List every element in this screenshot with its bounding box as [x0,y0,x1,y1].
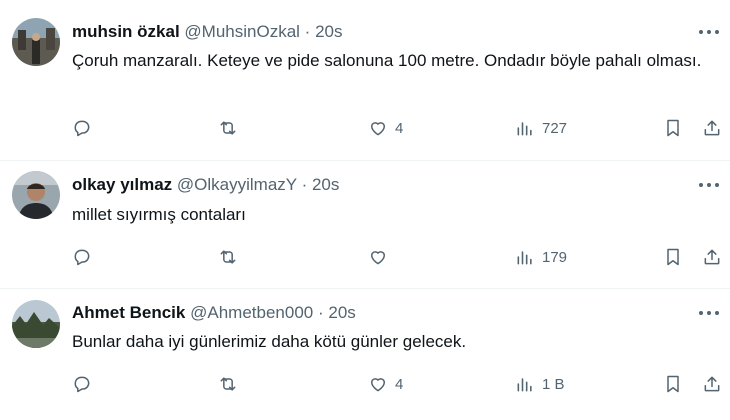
separator-dot: · [301,175,308,194]
avatar[interactable] [12,18,60,66]
bookmark-icon [667,375,679,393]
views-button[interactable]: 179 [515,245,567,269]
more-icon[interactable] [698,22,720,42]
user-handle[interactable]: @Ahmetben000 [190,303,313,322]
timestamp[interactable]: 20s [328,303,355,322]
avatar[interactable] [12,300,60,348]
like-count: 4 [395,119,404,137]
bookmark-button[interactable] [663,372,683,396]
separator-dot: · [304,22,311,41]
more-icon[interactable] [698,175,720,195]
heart-icon [371,378,385,392]
retweet-button[interactable] [218,245,238,269]
more-icon[interactable] [698,303,720,323]
separator-dot: · [317,303,324,322]
tweet-header: olkay yılmaz @OlkayyilmazY · 20s [72,175,339,195]
retweet-icon [220,377,236,391]
action-bar: 4 1 B [72,372,722,396]
action-bar: 179 [72,245,722,269]
tweet-text: Çoruh manzaralı. Keteye ve pide salonuna… [72,51,702,70]
like-button[interactable]: 4 [368,116,403,140]
tweet-2[interactable]: olkay yılmaz @OlkayyilmazY · 20s millet … [0,161,730,288]
reply-button[interactable] [72,372,92,396]
views-icon [517,378,532,392]
retweet-button[interactable] [218,116,238,140]
user-handle[interactable]: @OlkayyilmazY [177,175,297,194]
timestamp[interactable]: 20s [312,175,339,194]
view-count: 179 [542,248,568,266]
retweet-icon [220,121,236,135]
retweet-icon [220,250,236,264]
heart-icon [371,122,385,136]
share-icon [704,376,720,392]
views-icon [517,251,532,265]
share-icon [704,249,720,265]
share-button[interactable] [702,372,722,396]
tweet-1[interactable]: muhsin özkal @MuhsinOzkal · 20s Çoruh ma… [0,0,730,160]
bookmark-icon [667,248,679,266]
view-count: 1 B [542,375,565,393]
views-button[interactable]: 727 [515,116,567,140]
tweet-text: millet sıyırmış contaları [72,205,246,224]
retweet-button[interactable] [218,372,238,396]
share-button[interactable] [702,245,722,269]
like-count: 4 [395,375,404,393]
tweet-text: Bunlar daha iyi günlerimiz daha kötü gün… [72,332,467,351]
reply-icon [74,376,90,393]
reply-feed: muhsin özkal @MuhsinOzkal · 20s Çoruh ma… [0,0,730,420]
bookmark-button[interactable] [663,116,683,140]
share-button[interactable] [702,116,722,140]
like-button[interactable] [368,245,388,269]
reply-icon [74,249,90,266]
display-name[interactable]: Ahmet Bencik [72,303,185,322]
reply-button[interactable] [72,116,92,140]
display-name[interactable]: muhsin özkal [72,22,180,41]
bookmark-button[interactable] [663,245,683,269]
reply-icon [74,120,90,137]
action-bar: 4 727 [72,116,722,140]
timestamp[interactable]: 20s [315,22,342,41]
tweet-3[interactable]: Ahmet Bencik @Ahmetben000 · 20s Bunlar d… [0,289,730,420]
user-handle[interactable]: @MuhsinOzkal [184,22,300,41]
tweet-header: muhsin özkal @MuhsinOzkal · 20s [72,22,343,42]
tweet-header: Ahmet Bencik @Ahmetben000 · 20s [72,303,356,323]
view-count: 727 [542,119,568,137]
display-name[interactable]: olkay yılmaz [72,175,172,194]
bookmark-icon [667,119,679,137]
views-icon [517,122,532,136]
share-icon [704,120,720,136]
like-button[interactable]: 4 [368,372,403,396]
views-button[interactable]: 1 B [515,372,565,396]
heart-icon [371,251,385,265]
reply-button[interactable] [72,245,92,269]
avatar[interactable] [12,171,60,219]
